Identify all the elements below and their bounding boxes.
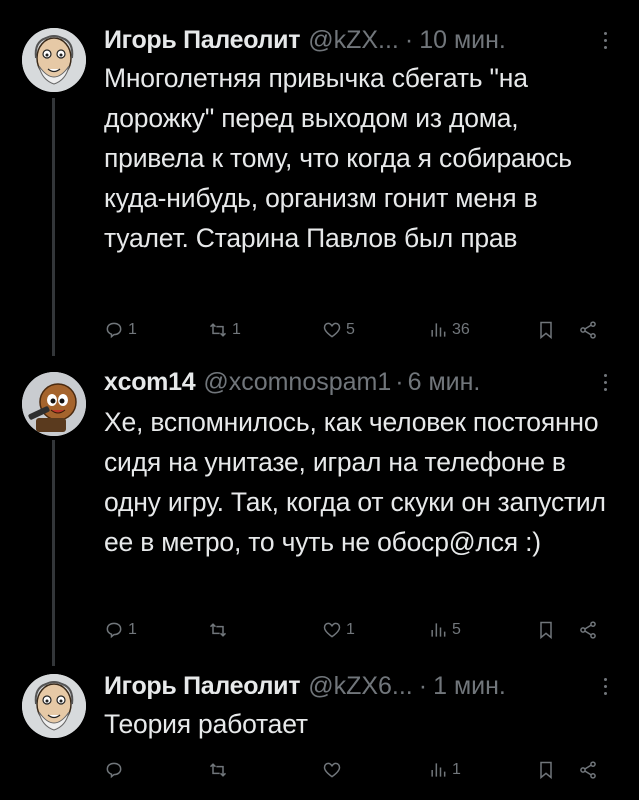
views-count: 5 [452,621,461,638]
reply-icon [106,762,122,779]
retweet-count: 1 [232,321,241,338]
reply-count: 1 [128,321,137,338]
bookmark-icon [540,321,552,340]
tweet-text: Многолетняя привычка сбегать "на дорожку… [104,63,572,253]
timestamp[interactable]: 10 мин. [419,26,506,55]
author-name[interactable]: xcom14 [104,368,196,397]
like-button[interactable]: 1 [322,616,355,644]
share-button[interactable] [578,616,598,644]
tweet-text: Хе, вспомнилось, как человек постоянно с… [104,407,606,557]
timestamp[interactable]: 6 мин. [408,368,481,397]
tweet-text: Теория работает [104,709,308,739]
views-count: 36 [452,321,470,338]
share-icon [580,321,596,339]
separator-dot: · [395,367,404,396]
author-name[interactable]: Игорь Палеолит [104,672,300,701]
retweet-button[interactable] [208,616,232,644]
reply-count: 1 [128,621,137,638]
more-icon[interactable] [591,368,619,396]
tweet-header: xcom14 @xcomnospam1 · 6 мин. [104,364,619,400]
reply-button[interactable]: 1 [104,316,137,344]
like-button[interactable] [322,756,346,784]
bookmark-button[interactable] [536,756,556,784]
avatar-image [22,674,86,738]
views-icon [431,763,446,777]
share-icon [580,621,596,639]
views-button[interactable]: 36 [428,316,470,344]
retweet-icon [209,763,227,777]
retweet-icon [209,323,227,337]
tweet[interactable]: xcom14 @xcomnospam1 · 6 мин. Хе, вспомни… [0,364,639,644]
tweet-actions: 1 1 5 36 [104,316,609,344]
author-name[interactable]: Игорь Палеолит [104,26,300,55]
bookmark-icon [540,761,552,780]
like-button[interactable]: 5 [322,316,355,344]
tweet[interactable]: Игорь Палеолит @kZX... · 10 мин. Многоле… [0,22,639,352]
bookmark-icon [540,621,552,640]
retweet-button[interactable] [208,756,232,784]
tweet-actions: 1 [104,756,609,784]
tweet[interactable]: Игорь Палеолит @kZX6... · 1 мин. Теория … [0,668,639,798]
avatar-image [22,28,86,92]
avatar[interactable] [22,372,86,436]
reply-button[interactable] [104,756,128,784]
like-icon [323,622,341,638]
share-button[interactable] [578,316,598,344]
author-handle[interactable]: @kZX6... [308,672,413,701]
views-button[interactable]: 1 [428,756,461,784]
share-icon [580,761,596,779]
retweet-button[interactable]: 1 [208,316,241,344]
tweet-header: Игорь Палеолит @kZX6... · 1 мин. [104,668,619,704]
avatar[interactable] [22,28,86,92]
bookmark-button[interactable] [536,616,556,644]
share-button[interactable] [578,756,598,784]
timestamp[interactable]: 1 мин. [433,672,506,701]
bookmark-button[interactable] [536,316,556,344]
avatar[interactable] [22,674,86,738]
reply-icon [106,322,122,339]
views-icon [431,323,446,337]
like-icon [323,762,341,778]
like-count: 5 [346,321,355,338]
separator-dot: · [404,25,414,54]
views-button[interactable]: 5 [428,616,461,644]
author-handle[interactable]: @kZX... [308,26,399,55]
more-icon[interactable] [591,672,619,700]
tweet-actions: 1 1 5 [104,616,609,644]
views-count: 1 [452,761,461,778]
like-icon [323,322,341,338]
like-count: 1 [346,621,355,638]
reply-icon [106,622,122,639]
separator-dot: · [418,671,428,700]
tweet-header: Игорь Палеолит @kZX... · 10 мин. [104,22,619,58]
more-icon[interactable] [591,26,619,54]
views-icon [431,623,446,637]
avatar-image [22,372,86,436]
author-handle[interactable]: @xcomnospam1 [203,368,391,397]
reply-button[interactable]: 1 [104,616,137,644]
retweet-icon [209,623,227,637]
